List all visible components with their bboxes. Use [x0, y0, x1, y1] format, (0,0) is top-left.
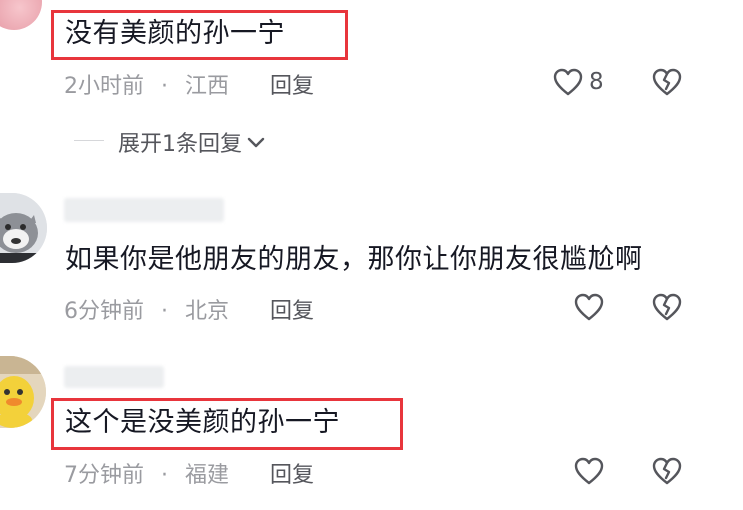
comment-location: 北京: [185, 299, 230, 324]
avatar[interactable]: [0, 0, 42, 30]
expand-replies-button[interactable]: 展开1条回复: [118, 126, 267, 158]
expand-divider-dash: [74, 140, 104, 141]
comment-text: 没有美颜的孙一宁: [65, 18, 285, 49]
username-redacted: [64, 198, 224, 222]
dislike-heart-icon: [652, 68, 682, 96]
comment-meta: 7分钟前 · 福建: [64, 457, 229, 489]
dislike-button[interactable]: [652, 66, 682, 98]
dislike-heart-icon: [652, 457, 682, 485]
dislike-button[interactable]: [652, 291, 682, 323]
reply-button[interactable]: 回复: [270, 68, 314, 100]
dislike-button[interactable]: [652, 455, 682, 487]
reply-button[interactable]: 回复: [270, 457, 314, 489]
meta-separator: ·: [161, 299, 168, 324]
username-redacted: [64, 366, 164, 388]
meta-separator: ·: [161, 74, 168, 99]
heart-icon: [553, 68, 583, 96]
dislike-heart-icon: [652, 293, 682, 321]
like-button[interactable]: 8: [553, 66, 604, 98]
heart-icon: [574, 293, 604, 321]
comment-time: 6分钟前: [64, 299, 144, 324]
comment-time: 7分钟前: [64, 463, 144, 488]
chevron-down-icon: [247, 137, 265, 148]
avatar[interactable]: [0, 356, 46, 428]
heart-icon: [574, 457, 604, 485]
avatar[interactable]: [0, 193, 47, 263]
cat-avatar-image: [0, 193, 47, 263]
duck-avatar-image: [0, 356, 46, 428]
like-button[interactable]: [574, 291, 604, 323]
comment-location: 江西: [185, 74, 230, 99]
comment-time: 2小时前: [64, 74, 144, 99]
reply-button[interactable]: 回复: [270, 293, 314, 325]
comment-meta: 6分钟前 · 北京: [64, 293, 229, 325]
expand-replies-label: 展开1条回复: [118, 132, 242, 157]
like-count: 8: [589, 69, 604, 95]
comment-meta: 2小时前 · 江西: [64, 68, 229, 100]
like-button[interactable]: [574, 455, 604, 487]
meta-separator: ·: [161, 463, 168, 488]
comment-text: 如果你是他朋友的朋友，那你让你朋友很尴尬啊: [65, 244, 643, 275]
comment-text: 这个是没美颜的孙一宁: [65, 407, 340, 438]
comment-location: 福建: [185, 463, 230, 488]
